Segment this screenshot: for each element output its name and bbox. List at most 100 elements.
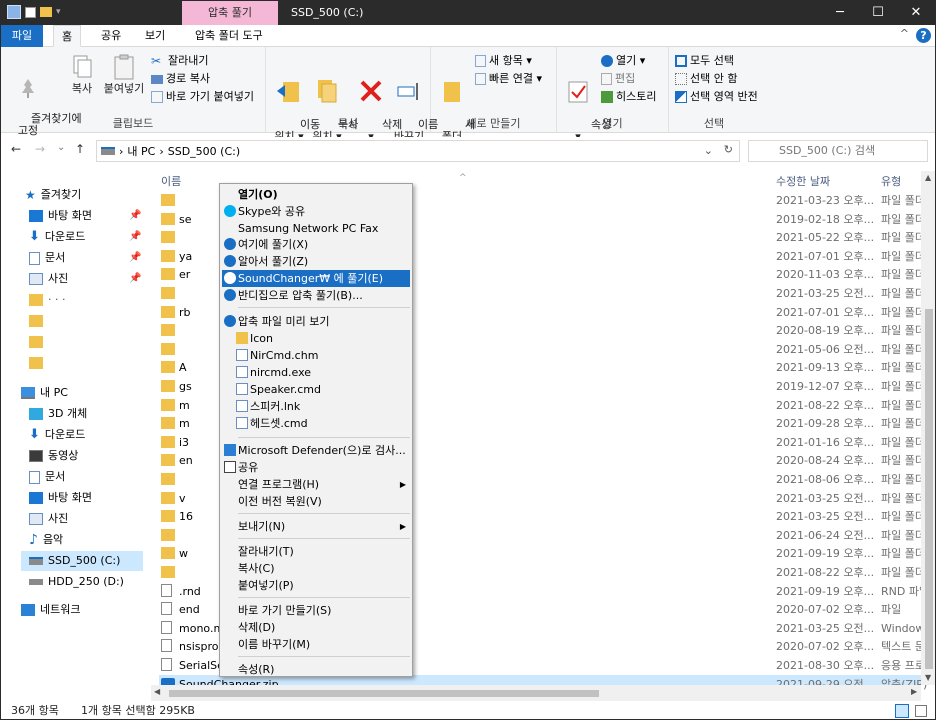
menu-item-archive-entry-speaker-cmd[interactable]: Speaker.cmd bbox=[222, 381, 410, 398]
breadcrumb-drive[interactable]: SSD_500 (C:) bbox=[168, 145, 240, 158]
invert-selection-button[interactable]: 선택 영역 반전 bbox=[675, 89, 758, 105]
copy-path-button[interactable]: 경로 복사 bbox=[151, 71, 210, 87]
back-button[interactable]: ← bbox=[11, 142, 21, 156]
nav-quick-folder[interactable]: · · · bbox=[29, 290, 65, 310]
new-item-button[interactable]: 새 항목 ▾ bbox=[475, 53, 532, 69]
customize-toolbar-icon[interactable]: ▾ bbox=[56, 5, 64, 19]
nav-pc-documents[interactable]: 문서 bbox=[29, 467, 65, 487]
tab-home[interactable]: 홈 bbox=[53, 25, 82, 47]
nav-pc-desktop[interactable]: 바탕 화면 bbox=[29, 488, 92, 508]
menu-item-open[interactable]: 열기(O) bbox=[222, 186, 410, 203]
nav-pc-pictures[interactable]: 사진 bbox=[29, 509, 68, 529]
nav-quick-folder[interactable] bbox=[29, 353, 43, 373]
cut-button[interactable]: ✂ 잘라내기 bbox=[151, 53, 208, 69]
properties-icon[interactable] bbox=[25, 6, 36, 18]
refresh-icon[interactable]: ↻ bbox=[724, 143, 733, 156]
nav-quick-folder[interactable] bbox=[29, 311, 43, 331]
details-view-icon[interactable] bbox=[895, 704, 909, 718]
menu-item-archive-entry-nircmd-exe[interactable]: nircmd.exe bbox=[222, 364, 410, 381]
nav-pictures[interactable]: 사진 bbox=[29, 269, 68, 289]
address-bar[interactable]: › 내 PC › SSD_500 (C:) ⌄ ↻ bbox=[96, 140, 740, 162]
menu-item-send-to[interactable]: 보내기(N) ▶ bbox=[222, 518, 410, 535]
forward-button[interactable]: → bbox=[35, 142, 45, 156]
menu-item-archive-entry-speaker-lnk[interactable]: 스피커.lnk bbox=[222, 398, 410, 415]
menu-item-cut[interactable]: 잘라내기(T) bbox=[222, 543, 410, 560]
menu-item-open-with[interactable]: 연결 프로그램(H) ▶ bbox=[222, 476, 410, 493]
nav-drive-c[interactable]: SSD_500 (C:) bbox=[21, 551, 143, 571]
minimize-button[interactable]: ─ bbox=[821, 1, 859, 25]
paste-button[interactable]: 붙여넣기 bbox=[101, 53, 147, 95]
menu-item-rename[interactable]: 이름 바꾸기(M) bbox=[222, 636, 410, 653]
folder-icon bbox=[161, 268, 175, 281]
close-button[interactable]: ✕ bbox=[897, 1, 935, 25]
menu-item-delete[interactable]: 삭제(D) bbox=[222, 619, 410, 636]
tab-zip-tools[interactable]: 압축 폴더 도구 bbox=[187, 25, 271, 47]
column-header-name[interactable]: 이름 bbox=[161, 173, 181, 189]
menu-item-restore-previous-versions[interactable]: 이전 버전 복원(V) bbox=[222, 493, 410, 510]
maximize-button[interactable]: ☐ bbox=[859, 1, 897, 25]
address-dropdown-icon[interactable]: ⌄ bbox=[704, 144, 713, 157]
menu-item-share[interactable]: 공유 bbox=[222, 459, 410, 476]
scroll-down-icon[interactable]: ▼ bbox=[925, 673, 931, 682]
folder-icon bbox=[161, 287, 175, 299]
file-date: 2021-03-25 오전... bbox=[776, 287, 875, 300]
horizontal-scroll-thumb[interactable] bbox=[169, 690, 599, 697]
collapse-ribbon-icon[interactable]: ^ bbox=[900, 27, 909, 40]
up-button[interactable]: ↑ bbox=[75, 142, 85, 156]
context-tab-extract[interactable]: 압축 풀기 bbox=[182, 1, 278, 25]
menu-item-copy[interactable]: 복사(C) bbox=[222, 560, 410, 577]
vertical-scroll-thumb[interactable] bbox=[925, 309, 933, 669]
nav-music[interactable]: ♪ 음악 bbox=[29, 530, 63, 550]
copy-button[interactable]: 복사 bbox=[65, 53, 99, 95]
menu-item-share-skype[interactable]: Skype와 공유 bbox=[222, 203, 410, 220]
paste-shortcut-button[interactable]: 바로 가기 붙여넣기 bbox=[151, 89, 254, 105]
menu-item-archive-entry-nircmd-chm[interactable]: NirCmd.chm bbox=[222, 347, 410, 364]
menu-item-extract-to-folder[interactable]: SoundChanger₩ 에 풀기(E) bbox=[222, 270, 410, 287]
nav-desktop[interactable]: 바탕 화면 bbox=[29, 206, 92, 226]
tab-view[interactable]: 보기 bbox=[137, 25, 173, 47]
menu-item-extract-with-bandizip[interactable]: 반디집으로 압축 풀기(B)... bbox=[222, 287, 410, 304]
nav-documents[interactable]: 문서 bbox=[29, 248, 65, 268]
easy-access-button[interactable]: 빠른 연결 ▾ bbox=[475, 71, 542, 87]
scroll-left-icon[interactable]: ◀ bbox=[154, 687, 160, 696]
history-button[interactable]: 히스토리 bbox=[601, 89, 656, 105]
menu-item-extract-here[interactable]: 여기에 풀기(X) bbox=[222, 236, 410, 253]
nav-this-pc[interactable]: 내 PC bbox=[21, 383, 68, 403]
menu-item-archive-entry-headset-cmd[interactable]: 헤드셋.cmd bbox=[222, 415, 410, 432]
menu-item-properties[interactable]: 속성(R) bbox=[222, 661, 410, 678]
nav-videos[interactable]: 동영상 bbox=[29, 446, 78, 466]
scroll-up-icon[interactable]: ▲ bbox=[925, 173, 931, 182]
scroll-right-icon[interactable]: ▶ bbox=[911, 687, 917, 696]
menu-item-paste[interactable]: 붙여넣기(P) bbox=[222, 577, 410, 594]
nav-network[interactable]: 네트워크 bbox=[21, 600, 80, 620]
recent-locations-button[interactable]: ⌄ bbox=[57, 142, 65, 153]
help-icon[interactable]: ? bbox=[916, 28, 931, 43]
nav-drive-d[interactable]: HDD_250 (D:) bbox=[29, 572, 124, 592]
new-folder-icon[interactable] bbox=[40, 7, 52, 17]
menu-item-create-shortcut[interactable]: 바로 가기 만들기(S) bbox=[222, 602, 410, 619]
explorer-icon bbox=[7, 5, 21, 19]
nav-quick-access[interactable]: ★ 즐겨찾기 bbox=[25, 185, 81, 205]
search-input[interactable]: SSD_500 (C:) 검색 bbox=[748, 140, 928, 162]
column-header-type[interactable]: 유형 bbox=[881, 173, 901, 189]
nav-pc-downloads[interactable]: ⬇ 다운로드 bbox=[29, 425, 85, 445]
tab-file[interactable]: 파일 bbox=[1, 25, 43, 47]
menu-item-scan-with-defender[interactable]: Microsoft Defender(으)로 검사... bbox=[222, 442, 410, 459]
nav-quick-folder[interactable] bbox=[29, 332, 43, 352]
select-all-button[interactable]: 모두 선택 bbox=[675, 53, 734, 69]
menu-item-preview-archive[interactable]: 압축 파일 미리 보기 bbox=[222, 313, 410, 330]
column-header-date[interactable]: 수정한 날짜 bbox=[776, 173, 830, 189]
open-dropdown-button[interactable]: 열기 ▾ bbox=[601, 53, 645, 69]
large-icons-view-icon[interactable] bbox=[915, 705, 927, 717]
menu-item-extract-smart[interactable]: 알아서 풀기(Z) bbox=[222, 253, 410, 270]
edit-button[interactable]: 편집 bbox=[601, 71, 635, 87]
select-none-button[interactable]: 선택 안 함 bbox=[675, 71, 737, 87]
nav-3d-objects[interactable]: 3D 개체 bbox=[29, 404, 87, 424]
file-date: 2020-07-02 오후... bbox=[776, 603, 875, 617]
pin-quick-access-button[interactable]: 즐겨찾기에 고정 bbox=[3, 53, 82, 149]
tab-share[interactable]: 공유 bbox=[93, 25, 129, 47]
breadcrumb-pc[interactable]: 내 PC bbox=[127, 143, 155, 159]
menu-item-archive-entry-icon-folder[interactable]: Icon bbox=[222, 330, 410, 347]
nav-downloads[interactable]: ⬇ 다운로드 bbox=[29, 227, 85, 247]
menu-item-samsung-fax[interactable]: Samsung Network PC Fax bbox=[222, 220, 410, 237]
